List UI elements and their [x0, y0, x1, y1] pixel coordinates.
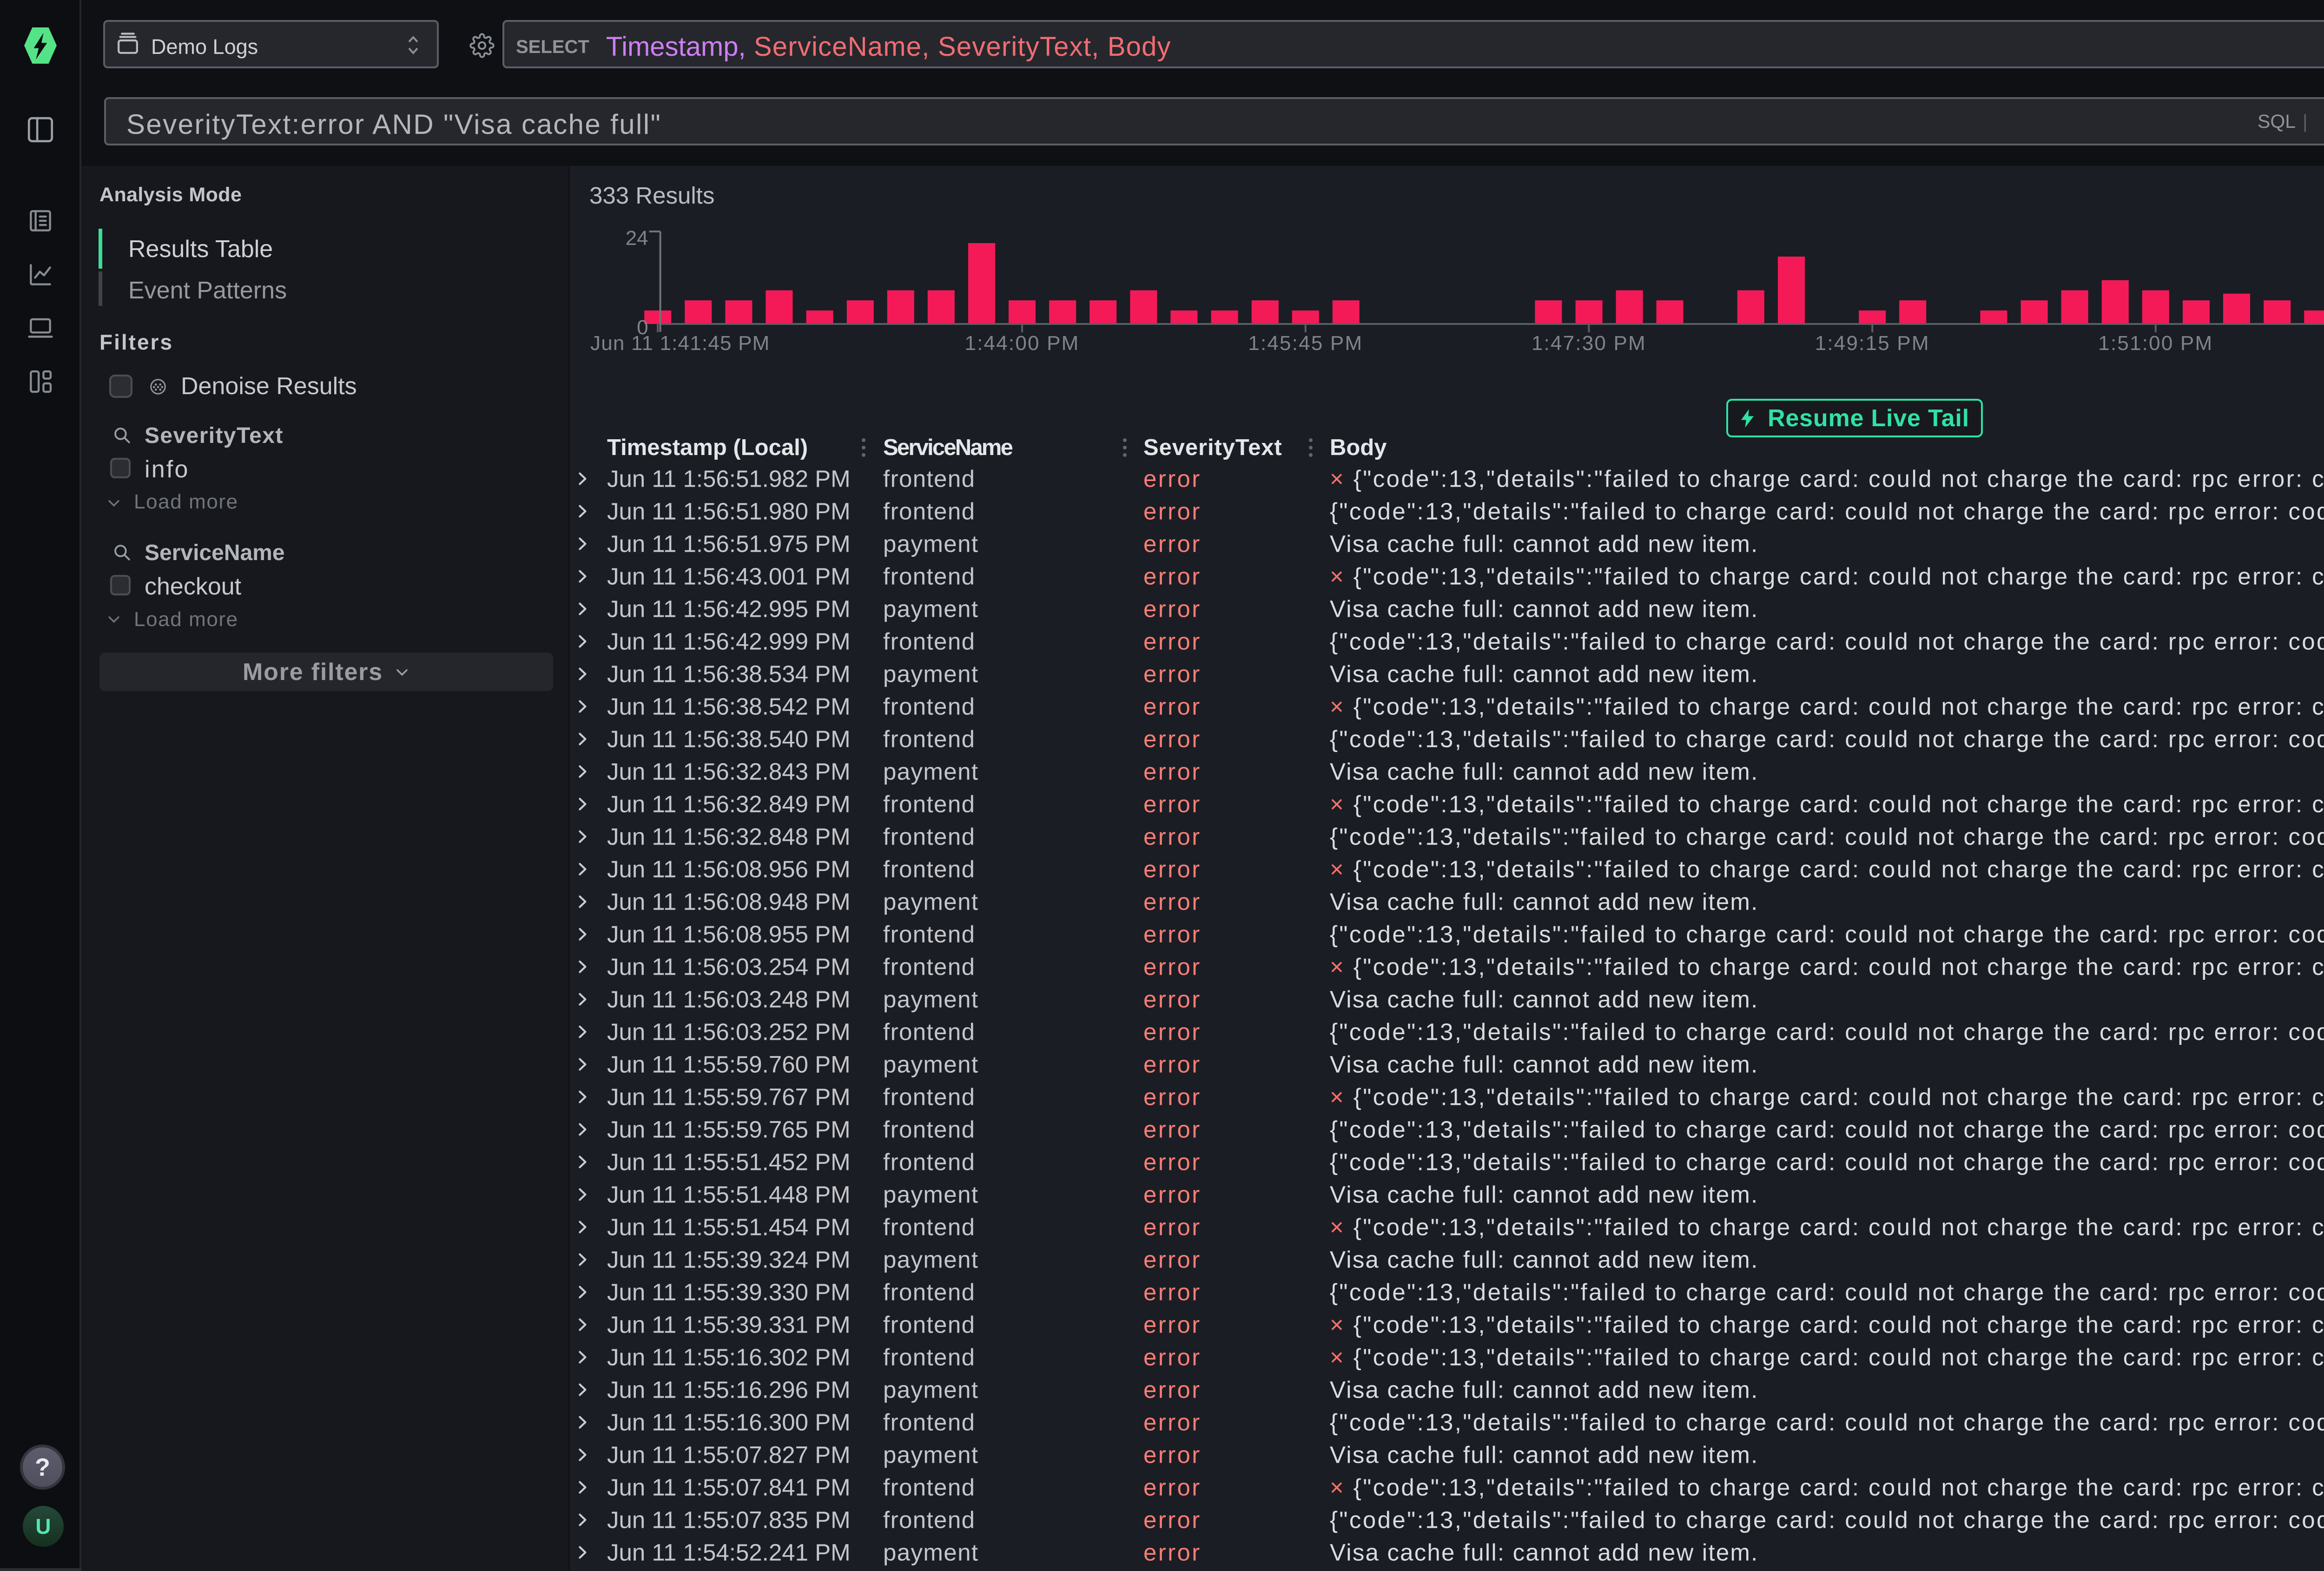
svg-text:24: 24 — [626, 227, 648, 250]
svg-text:1:49:15 PM: 1:49:15 PM — [1815, 332, 1930, 355]
svg-text:1:51:00 PM: 1:51:00 PM — [2098, 332, 2213, 355]
svg-text:0: 0 — [637, 316, 648, 339]
svg-text:Jun 11 1:41:45 PM: Jun 11 1:41:45 PM — [590, 332, 770, 355]
svg-text:1:47:30 PM: 1:47:30 PM — [1532, 332, 1646, 355]
svg-text:1:45:45 PM: 1:45:45 PM — [1248, 332, 1363, 355]
svg-text:1:44:00 PM: 1:44:00 PM — [964, 332, 1079, 355]
